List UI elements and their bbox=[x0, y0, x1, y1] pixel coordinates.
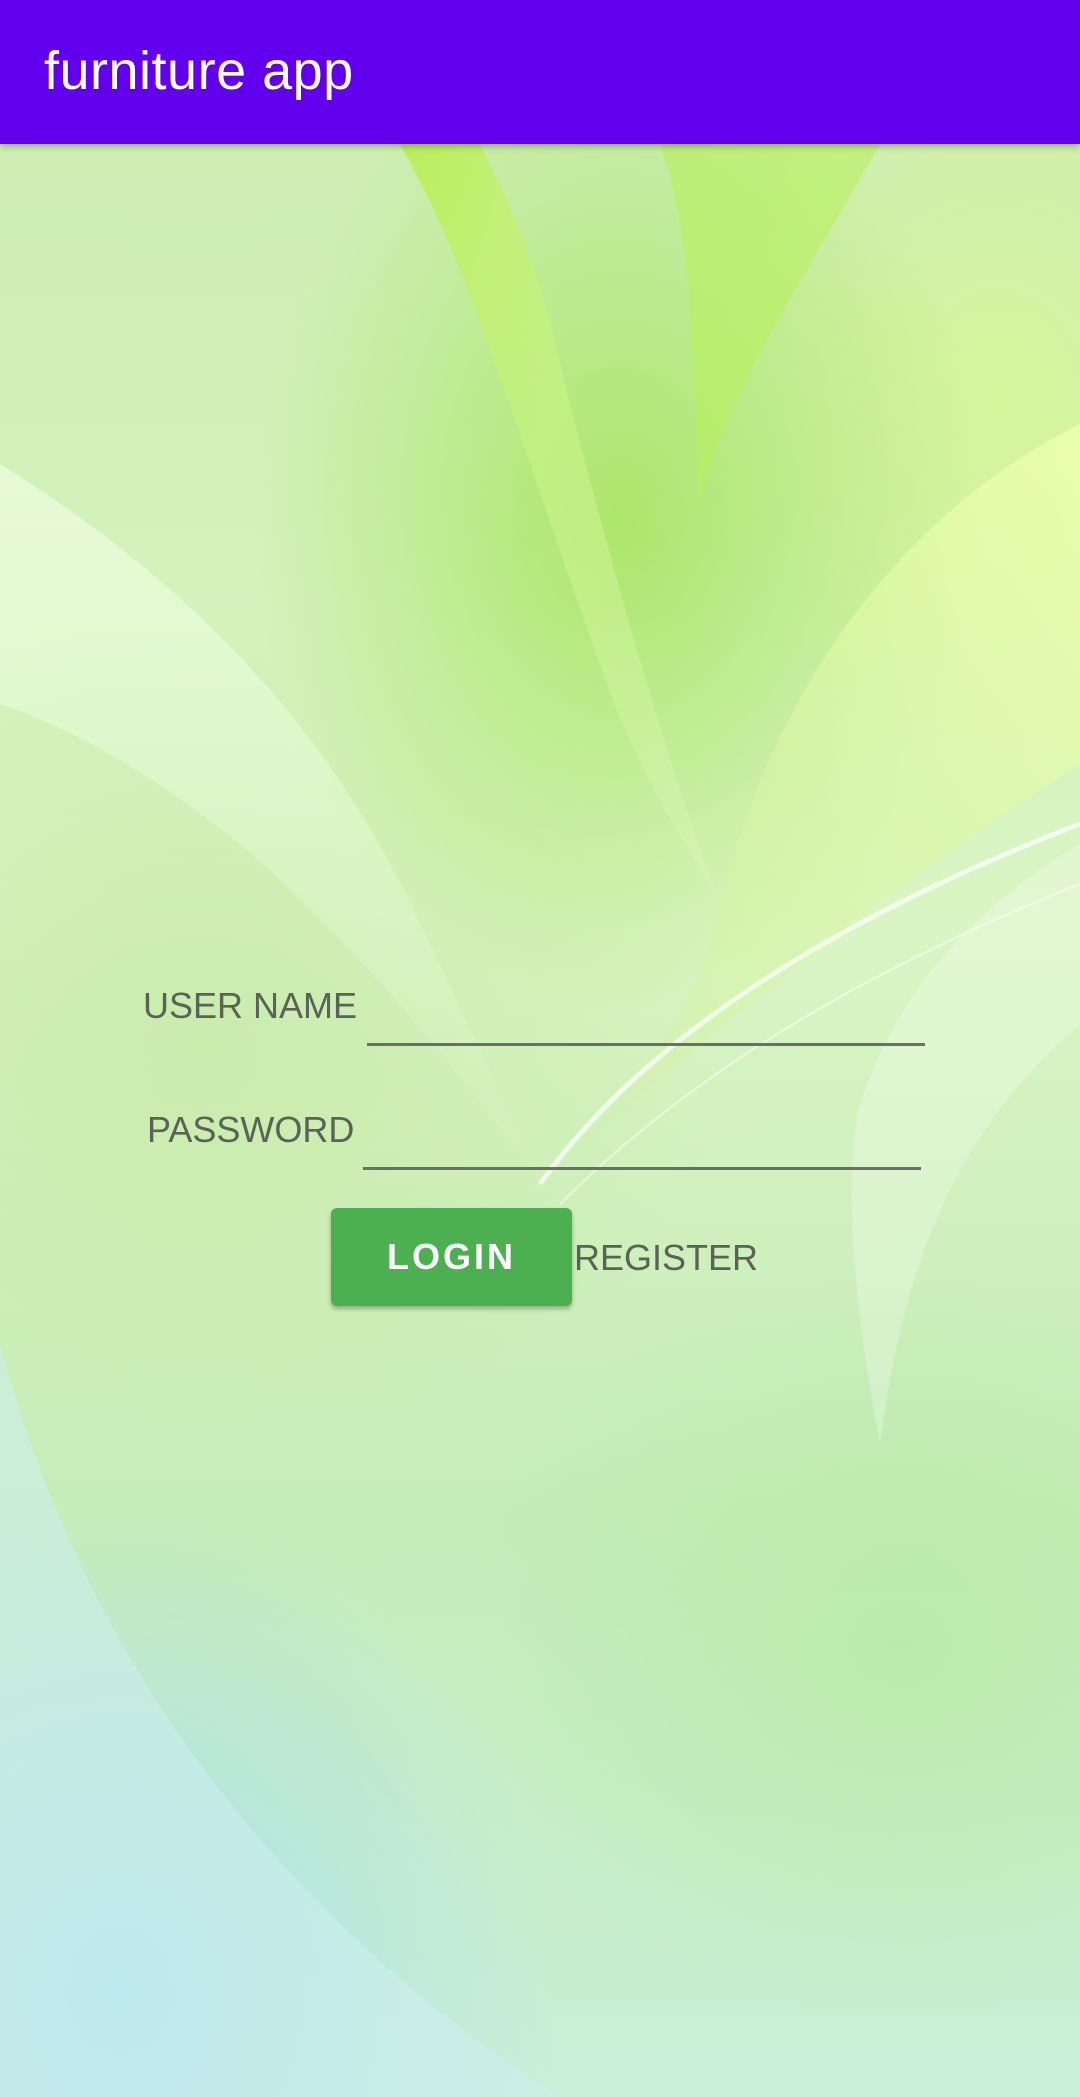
password-label: PASSWORD bbox=[147, 1109, 355, 1150]
password-input[interactable] bbox=[363, 1104, 921, 1170]
login-button[interactable]: LOGIN bbox=[331, 1208, 572, 1306]
app-bar: furniture app bbox=[0, 0, 1080, 144]
app-title: furniture app bbox=[44, 41, 354, 101]
login-form: USER NAME PASSWORD LOGIN REGISTER bbox=[0, 0, 1080, 2097]
register-button[interactable]: REGISTER bbox=[574, 1236, 758, 1280]
username-input[interactable] bbox=[367, 980, 925, 1046]
login-screen: furniture app USER NAME PASSWORD LOGIN R… bbox=[0, 0, 1080, 2097]
username-label: USER NAME bbox=[143, 985, 358, 1026]
